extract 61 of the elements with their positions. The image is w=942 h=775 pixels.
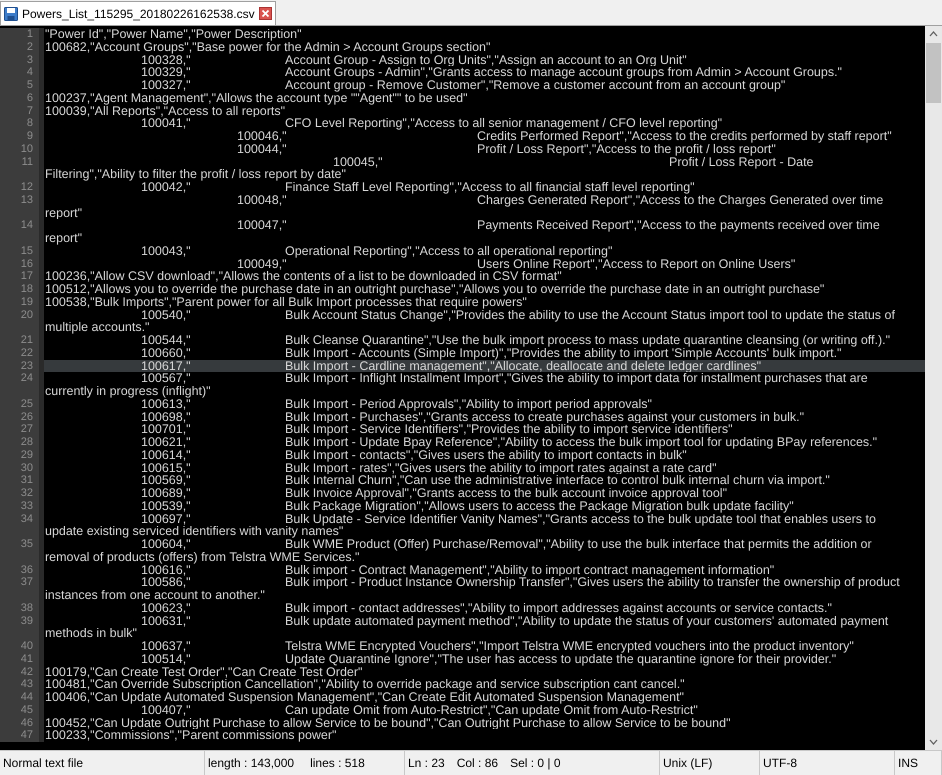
cursor-line: Ln : 23	[408, 755, 445, 772]
line-number: 9	[0, 130, 44, 143]
tab-title: Powers_List_115295_20180226162538.csv	[22, 6, 255, 22]
line-number: 30	[0, 462, 44, 474]
line-number: 26	[0, 410, 44, 424]
close-icon[interactable]	[258, 7, 272, 20]
line-number: 13	[0, 194, 44, 220]
line-number: 7	[0, 104, 44, 118]
line-number: 10	[0, 142, 44, 156]
line-number: 23	[0, 360, 44, 372]
line-number: 3	[0, 54, 44, 66]
scrollbar-thumb[interactable]	[926, 43, 941, 103]
file-type: Normal text file	[3, 755, 84, 772]
line-number: 36	[0, 564, 44, 576]
line-number: 12	[0, 181, 44, 194]
line-number: 37	[0, 576, 44, 602]
line-number: 5	[0, 79, 44, 92]
line-number: 41	[0, 652, 44, 666]
selection-info: Sel : 0 | 0	[510, 755, 561, 772]
line-number: 17	[0, 270, 44, 283]
encoding: UTF-8	[763, 755, 797, 772]
line-number: 28	[0, 436, 44, 449]
line-number: 33	[0, 500, 44, 512]
line-number: 43	[0, 678, 44, 691]
text-editor[interactable]	[0, 26, 925, 750]
line-number: 6	[0, 92, 44, 104]
line-number: 42	[0, 666, 44, 678]
line-number: 22	[0, 346, 44, 360]
line-number: 20	[0, 308, 44, 334]
line-number: 27	[0, 423, 44, 436]
line-number: 40	[0, 640, 44, 653]
line-number: 8	[0, 117, 44, 130]
insert-mode: INS	[898, 755, 918, 772]
file-tab[interactable]: Powers_List_115295_20180226162538.csv	[0, 1, 276, 25]
line-number: 31	[0, 474, 44, 487]
line-number: 45	[0, 704, 44, 716]
line-number: 29	[0, 448, 44, 462]
line-number: 47	[0, 729, 44, 742]
line-number: 1	[0, 28, 44, 41]
cursor-column: Col : 86	[456, 754, 498, 772]
line-count: lines : 518	[310, 755, 365, 772]
line-number: 39	[0, 614, 44, 640]
line-number: 15	[0, 244, 44, 258]
line-number: 14	[0, 219, 44, 245]
line-number: 11	[0, 156, 44, 181]
line-number: 21	[0, 334, 44, 347]
line-ending: Unix (LF)	[663, 755, 712, 772]
line-number: 34	[0, 512, 44, 538]
line-number: 18	[0, 283, 44, 296]
line-number: 38	[0, 602, 44, 614]
line-number: 16	[0, 258, 44, 270]
line-number: 32	[0, 487, 44, 500]
line-number: 19	[0, 296, 44, 308]
file-length: length : 143,000	[208, 755, 294, 772]
line-number: 2	[0, 40, 44, 54]
line-number: 46	[0, 716, 44, 730]
line-number: 25	[0, 398, 44, 410]
line-number: 24	[0, 372, 44, 398]
line-number: 35	[0, 538, 44, 564]
line-number: 44	[0, 691, 44, 704]
line-number: 4	[0, 66, 44, 79]
